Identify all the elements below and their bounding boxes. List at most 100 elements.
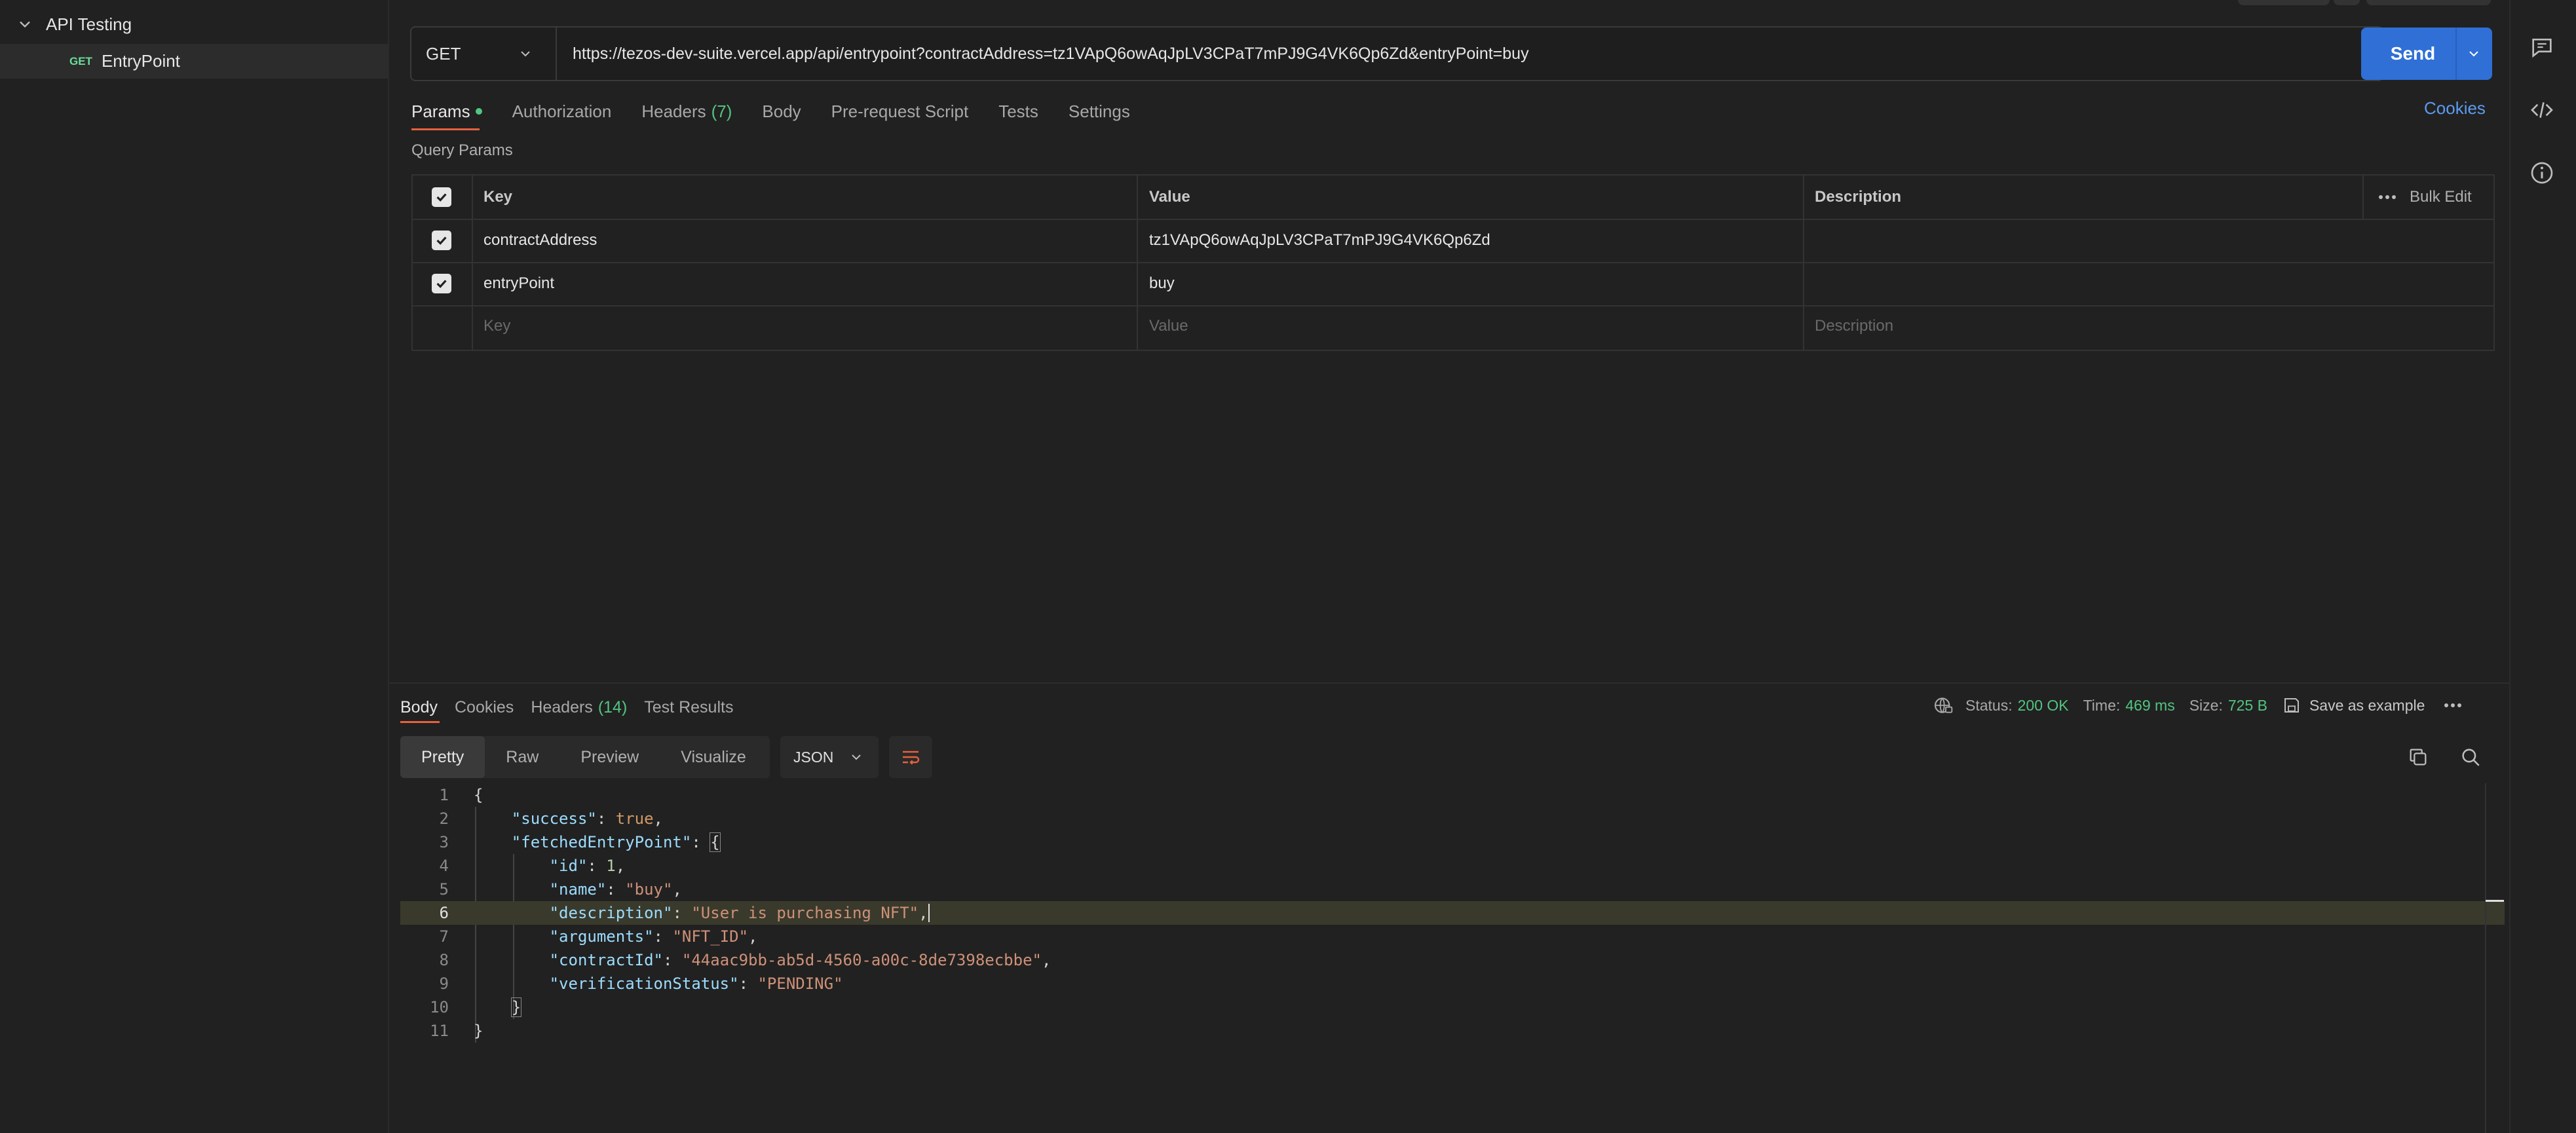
tab-settings[interactable]: Settings: [1069, 97, 1145, 126]
tab-response-headers[interactable]: Headers (14): [531, 693, 631, 722]
tab-label: Authorization: [512, 101, 612, 121]
comments-icon[interactable]: [2529, 34, 2555, 60]
ellipsis-icon[interactable]: [2443, 702, 2463, 709]
sidebar-item-entrypoint[interactable]: GET EntryPoint: [0, 44, 388, 79]
panel-divider[interactable]: [389, 682, 2509, 684]
chevron-down-icon[interactable]: [2466, 46, 2482, 62]
line-number: 6: [439, 904, 449, 922]
code-text: }: [510, 997, 522, 1017]
tab-label: Body: [762, 101, 801, 121]
row-checkbox-cell: [432, 219, 451, 262]
top-button-stub[interactable]: [2366, 0, 2491, 5]
language-select[interactable]: JSON: [780, 736, 879, 778]
line-number: 9: [439, 975, 449, 993]
search-icon[interactable]: [2459, 746, 2482, 768]
tab-label: Settings: [1068, 101, 1130, 121]
wrap-icon: [903, 751, 920, 765]
bulk-edit-button[interactable]: Bulk Edit: [2410, 176, 2472, 219]
tab-test-results[interactable]: Test Results: [644, 693, 737, 722]
param-key-input[interactable]: entryPoint: [483, 262, 554, 305]
tab-pre-request-script[interactable]: Pre-request Script: [831, 97, 983, 126]
table-row: contractAddress tz1VApQ6owAqJpLV3CPaT7mP…: [413, 219, 2493, 263]
row-checkbox-cell: [432, 262, 451, 305]
code-line: 2 "success": true,: [400, 807, 2505, 830]
language-select-value: JSON: [793, 748, 834, 766]
url-input[interactable]: https://tezos-dev-suite.vercel.app/api/e…: [573, 28, 1529, 80]
code-line: 1{: [400, 783, 2505, 807]
format-pretty[interactable]: Pretty: [400, 736, 485, 778]
new-value-input[interactable]: Value: [1149, 305, 1188, 347]
tab-label: Test Results: [644, 697, 734, 716]
code-snippet-icon[interactable]: [2529, 97, 2555, 123]
code-text: "id": 1,: [549, 857, 626, 875]
ellipsis-icon: [2379, 195, 2396, 199]
line-number: 8: [439, 951, 449, 969]
sidebar: [0, 0, 389, 1133]
line-number: 3: [439, 833, 449, 851]
new-description-input[interactable]: Description: [1815, 305, 1893, 347]
scrollbar-cursor-marker: [2486, 900, 2504, 902]
sidebar-folder-label: API Testing: [46, 14, 132, 34]
top-button-stub[interactable]: [2238, 0, 2330, 5]
status-value[interactable]: 200 OK: [2018, 697, 2069, 715]
tab-params[interactable]: Params: [411, 97, 497, 126]
code-text: }: [474, 1022, 483, 1040]
format-switcher: Pretty Raw Preview Visualize: [400, 736, 770, 778]
send-button[interactable]: Send: [2361, 28, 2492, 80]
wrap-lines-button[interactable]: [889, 736, 932, 778]
row-checkbox[interactable]: [432, 274, 451, 293]
format-preview[interactable]: Preview: [559, 736, 660, 778]
tab-response-cookies[interactable]: Cookies: [455, 693, 518, 722]
tab-label: Params: [411, 101, 470, 121]
row-checkbox[interactable]: [432, 231, 451, 250]
tab-label: Cookies: [454, 697, 514, 716]
save-as-example-button[interactable]: Save as example: [2309, 697, 2425, 715]
line-number: 11: [430, 1022, 449, 1040]
column-header-value: Value: [1149, 188, 1190, 206]
code-text: "verificationStatus": "PENDING": [549, 975, 843, 993]
sidebar-folder-api-testing[interactable]: API Testing: [0, 10, 388, 38]
code-line: 5 "name": "buy",: [400, 878, 2505, 901]
code-text: "success": true,: [511, 809, 663, 828]
query-params-table: Key Value Description Bulk Edit contract…: [411, 174, 2495, 351]
sidebar-item-method: GET: [69, 54, 92, 67]
code-scrollbar[interactable]: [2485, 783, 2486, 1133]
line-number: 4: [439, 857, 449, 875]
new-key-input[interactable]: Key: [483, 305, 510, 347]
time-value[interactable]: 469 ms: [2125, 697, 2174, 715]
tab-label: Pre-request Script: [831, 101, 969, 121]
response-tabs: Body Cookies Headers (14) Test Results: [400, 693, 750, 719]
more-options-icon[interactable]: [2378, 176, 2396, 219]
tab-response-body[interactable]: Body: [400, 693, 442, 722]
header-checkbox-cell: [432, 176, 451, 219]
request-tabs: Params Authorization Headers (7) Body Pre…: [411, 97, 1160, 130]
size-value[interactable]: 725 B: [2228, 697, 2267, 715]
param-value-input[interactable]: buy: [1149, 262, 1175, 305]
format-visualize[interactable]: Visualize: [660, 736, 767, 778]
send-divider: [2455, 28, 2457, 80]
response-body-viewer[interactable]: 1{ 2 "success": true, 3 "fetchedEntryPoi…: [400, 783, 2505, 1133]
tab-authorization[interactable]: Authorization: [512, 97, 626, 126]
top-button-stub[interactable]: [2334, 0, 2360, 5]
code-text: "contractId": "44aac9bb-ab5d-4560-a00c-8…: [549, 951, 1051, 969]
format-raw[interactable]: Raw: [485, 736, 559, 778]
tab-label: Body: [400, 697, 438, 716]
table-row: entryPoint buy: [413, 262, 2493, 306]
method-select-value: GET: [426, 43, 461, 64]
param-value-input[interactable]: tz1VApQ6owAqJpLV3CPaT7mPJ9G4VK6Qp6Zd: [1149, 219, 1490, 262]
tab-headers[interactable]: Headers (7): [641, 97, 746, 126]
select-all-checkbox[interactable]: [432, 187, 451, 207]
globe-icon[interactable]: [1933, 695, 1954, 716]
tab-tests[interactable]: Tests: [998, 97, 1053, 126]
code-line: 9 "verificationStatus": "PENDING": [400, 972, 2505, 995]
check-icon: [436, 193, 447, 202]
param-key-input[interactable]: contractAddress: [483, 219, 597, 262]
tab-body[interactable]: Body: [762, 97, 815, 126]
line-number: 5: [439, 880, 449, 899]
cookies-link[interactable]: Cookies: [2424, 98, 2486, 119]
copy-icon[interactable]: [2407, 746, 2429, 768]
line-number: 1: [439, 786, 449, 804]
method-select[interactable]: GET: [411, 28, 557, 80]
send-button-label: Send: [2390, 43, 2436, 64]
info-icon[interactable]: [2529, 160, 2555, 186]
